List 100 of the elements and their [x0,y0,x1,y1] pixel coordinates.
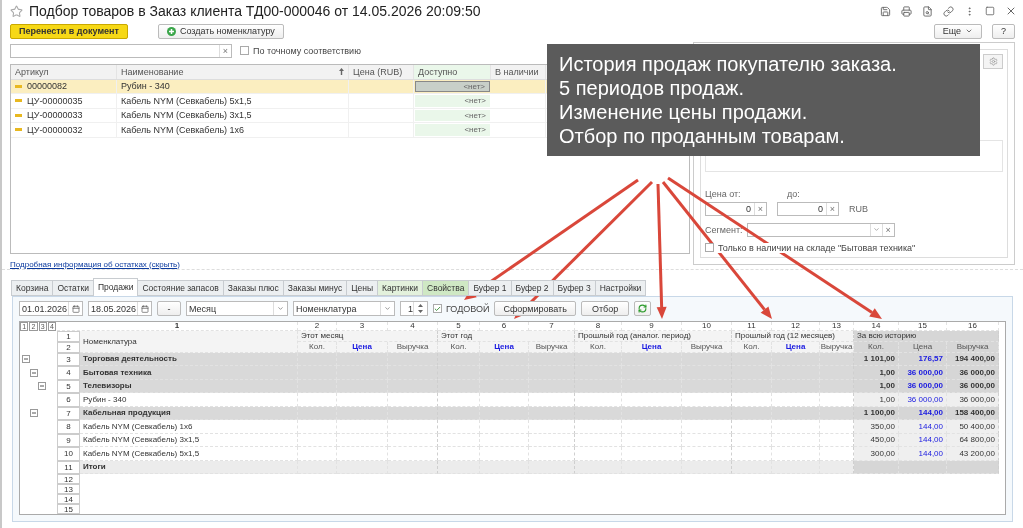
table-cell [682,406,732,420]
column-header: Кол. [854,341,899,353]
table-cell [622,393,682,407]
table-cell: 300,00 [854,447,899,461]
column-number: 4 [388,321,438,331]
collapse-icon[interactable] [30,368,38,377]
column-header[interactable]: Доступно [414,64,491,79]
item-icon [15,99,22,103]
refresh-button[interactable] [634,301,652,316]
column-header: Выручка [947,341,999,353]
table-cell [388,460,438,474]
row-number: 8 [57,420,80,434]
tab[interactable]: Свойства [422,279,470,296]
transfer-button[interactable]: Перенести в документ [10,23,128,39]
segment-field[interactable]: × [746,222,895,237]
table-cell: <нет> [415,80,490,92]
tab[interactable]: Буфер 2 [510,279,554,296]
row-number: 14 [57,494,80,504]
table-cell: 00000082 [11,79,117,93]
column-header: Цена [337,341,388,353]
column-number: 15 [899,321,947,331]
date-to-field[interactable]: 18.05.2026 [88,301,152,316]
favorite-star-icon[interactable] [10,4,23,18]
table-cell [337,406,388,420]
field-label: Сегмент: [705,224,743,235]
tab[interactable]: Состояние запасов [137,279,224,296]
tab[interactable]: Цены [346,279,379,296]
column-number: 5 [438,321,480,331]
tab[interactable]: Настройки [594,279,647,296]
collapse-icon[interactable] [30,409,38,418]
calendar-icon[interactable] [140,304,149,313]
table-cell [529,447,575,461]
period-shift-button[interactable]: - [157,301,181,316]
tab[interactable]: Корзина [11,279,54,296]
link-icon[interactable] [943,5,954,17]
period-header: Этот год [438,330,575,342]
column-header[interactable]: Цена (RUB) [349,64,414,79]
row-number: 12 [57,474,80,484]
generate-button[interactable]: Сформировать [494,301,576,316]
checkbox[interactable] [705,243,714,252]
table-cell [388,447,438,461]
tab[interactable]: Буфер 3 [552,279,596,296]
settings-button[interactable] [983,53,1003,69]
save-icon[interactable] [880,5,891,17]
tab[interactable]: Заказы минус [282,279,348,296]
table-cell [480,393,529,407]
table-cell [947,460,999,474]
table-cell: ЦУ-00000035 [11,94,117,108]
count-spinner[interactable]: 1 [400,301,428,316]
column-header[interactable]: Наименование [117,64,349,79]
table-cell [772,420,820,434]
checkbox[interactable] [240,46,249,55]
checkbox[interactable] [433,304,442,313]
column-header: Кол. [732,341,772,353]
gear-icon [988,56,998,66]
more-button[interactable]: Еще [933,23,982,39]
table-cell: 144,00 [899,447,947,461]
table-cell: <нет> [415,109,490,121]
maximize-icon[interactable] [985,6,995,17]
row-number: 2 [57,341,80,353]
column-header: Выручка [820,341,854,353]
table-cell [575,420,622,434]
column-header[interactable]: В наличии [491,64,546,79]
price-from-field[interactable]: 0 × [705,201,767,216]
calendar-icon[interactable] [71,304,80,313]
field-label: Цена от: [705,188,742,199]
period-select[interactable]: Месяц [186,301,288,316]
table-cell [732,393,772,407]
table-cell: 50 400,00 [947,420,999,434]
preview-icon[interactable] [922,5,933,17]
column-header: Кол. [298,341,337,353]
table-cell [438,447,480,461]
column-number: 14 [854,321,899,331]
search-field[interactable]: × [10,43,232,58]
table-cell [820,406,854,420]
item-icon [15,128,22,132]
price-to-field[interactable]: 0 × [777,201,839,216]
table-cell [622,433,682,447]
table-cell: 1,00 [854,393,899,407]
tab[interactable]: Картинки [377,279,424,296]
filter-button[interactable]: Отбор [580,301,630,316]
tab[interactable]: Остатки [52,279,94,296]
column-header[interactable]: Артикул [11,64,117,79]
column-number: 16 [947,321,999,331]
grouping-select[interactable]: Номенклатура [293,301,395,316]
column-header: Цена [772,341,820,353]
row-number: 6 [57,393,80,407]
tab[interactable]: Заказы плюс [222,279,284,296]
collapse-icon[interactable] [38,382,46,391]
window-title: Подбор товаров в Заказ клиента ТД00-000046 от 14.05.2026 20:09:50 [29,3,482,20]
table-cell [337,447,388,461]
help-button[interactable]: ? [992,23,1015,39]
date-from-field[interactable]: 01.01.2026 [19,301,83,316]
create-button[interactable]: Создать номенклатуру [157,23,284,39]
collapse-icon[interactable] [22,355,30,364]
tab[interactable]: Буфер 1 [468,279,512,296]
stock-info-link[interactable]: Подробная информация об остатках (скрыть) [10,259,180,269]
row-number: 10 [57,447,80,461]
checkbox-label: ГОДОВОЙ [446,303,490,314]
print-icon[interactable] [901,5,912,17]
